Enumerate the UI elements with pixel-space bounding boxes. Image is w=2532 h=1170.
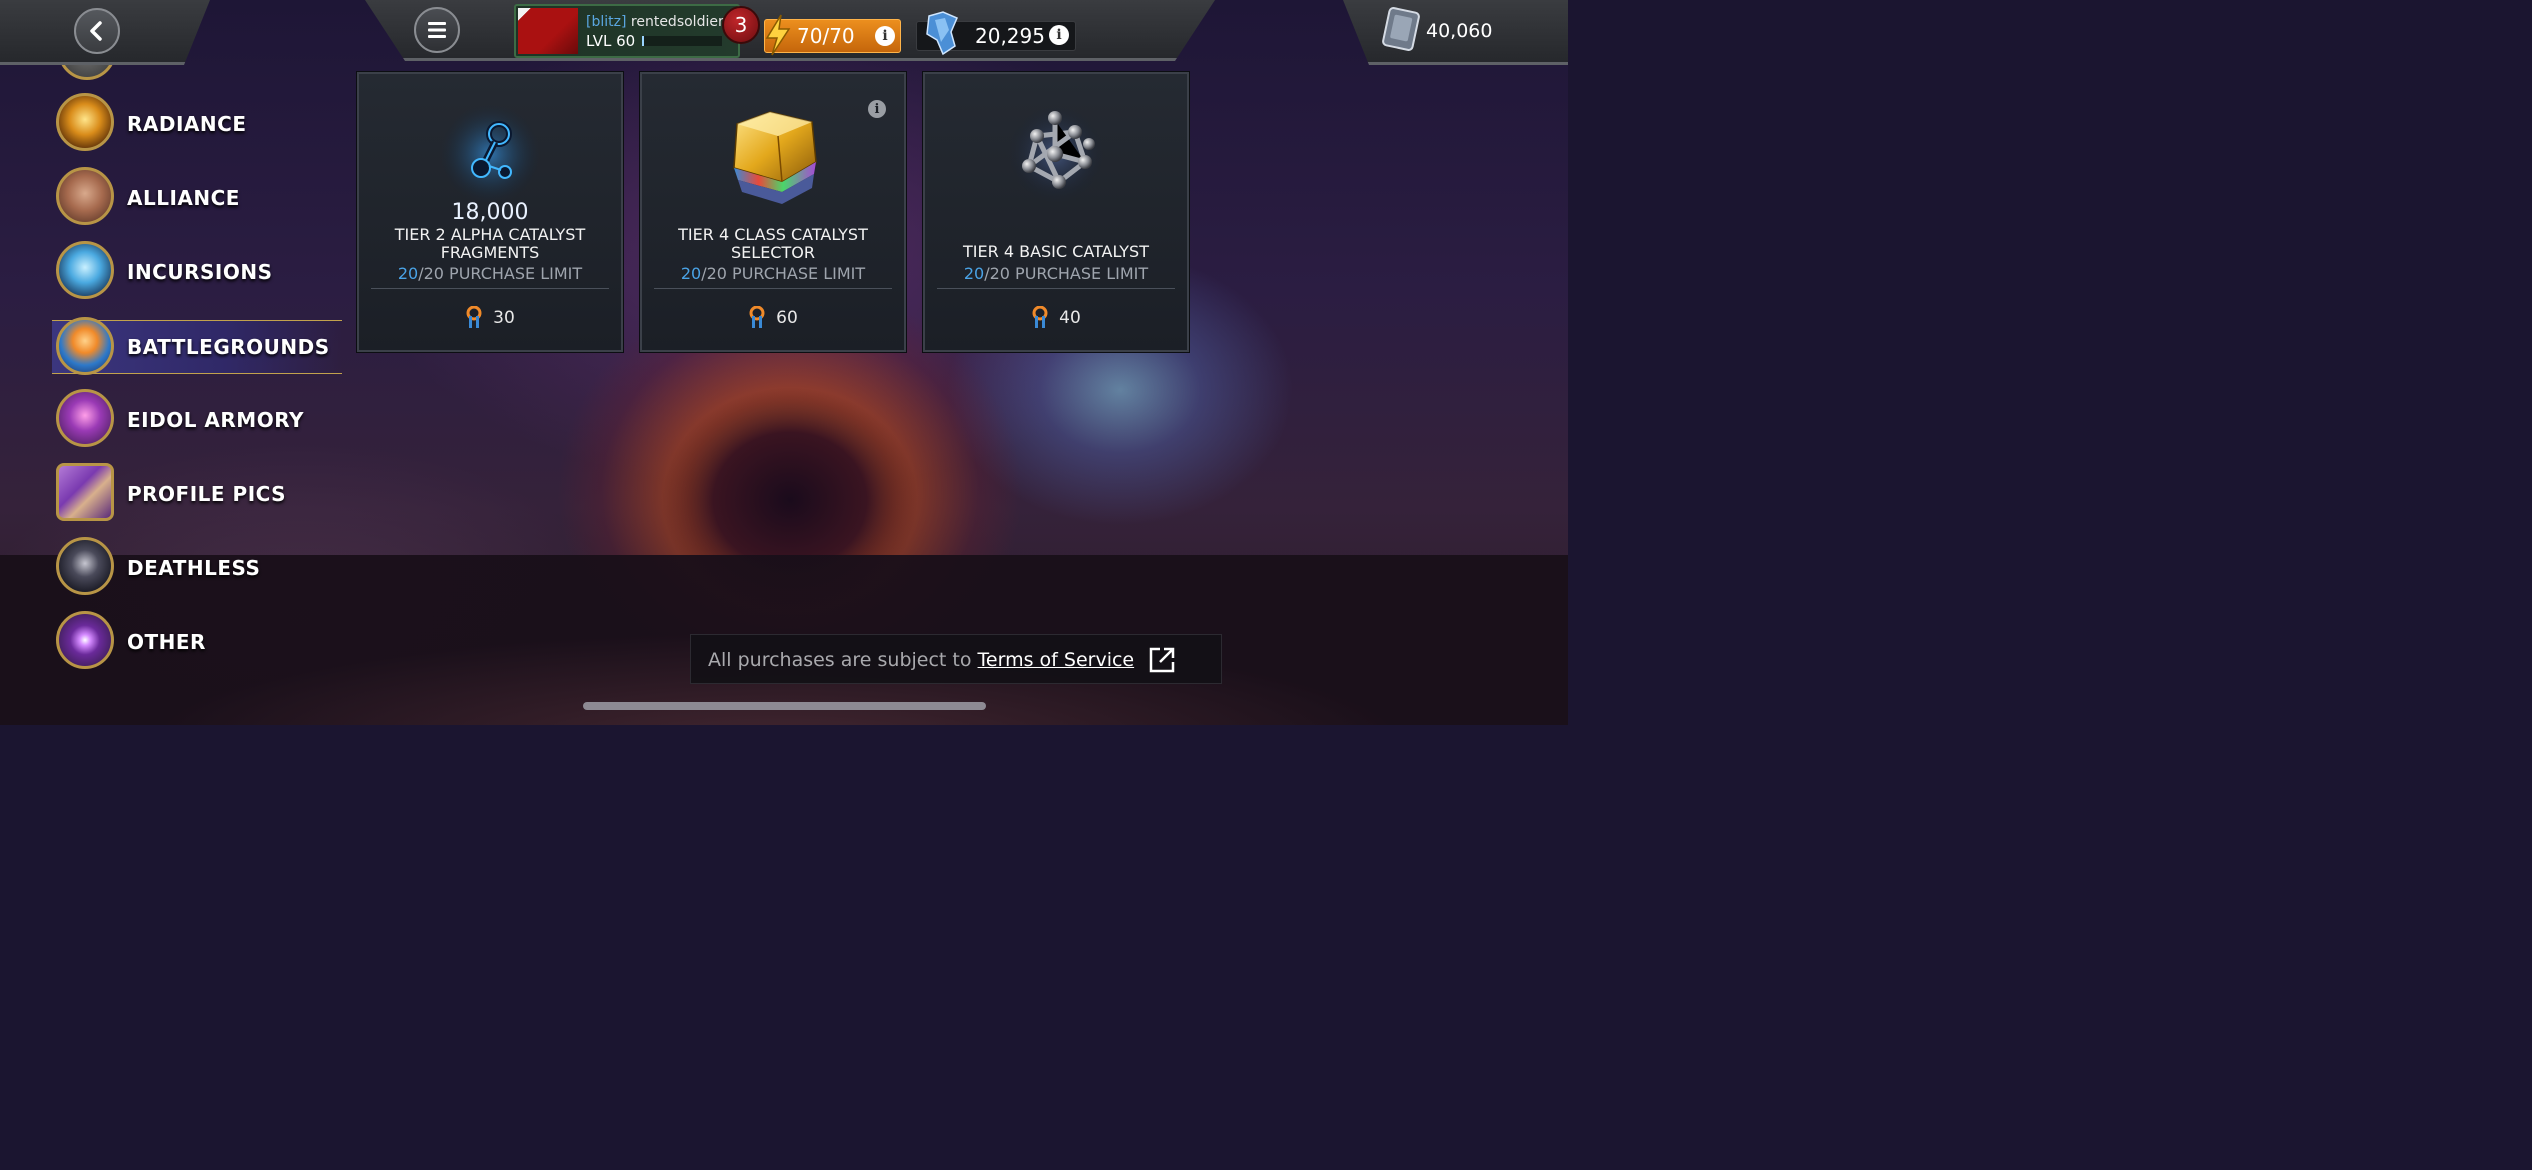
purchase-limit-current: 20 xyxy=(680,264,702,283)
sidebar-item-battlegrounds[interactable]: BATTLEGROUNDS xyxy=(52,317,342,375)
info-icon[interactable]: i xyxy=(875,26,895,46)
sidebar-item-incursions[interactable]: INCURSIONS xyxy=(52,241,342,303)
item-price[interactable]: 30 xyxy=(359,306,621,330)
crystal-shard-icon xyxy=(926,11,958,56)
deathless-icon xyxy=(56,537,114,595)
units-currency[interactable]: 40,060 xyxy=(1380,6,1492,54)
sidebar-item-label: EIDOL ARMORY xyxy=(127,408,304,432)
item-quantity: 18,000 xyxy=(451,200,529,225)
store-card-alpha-catalyst-fragments[interactable]: 18,000 TIER 2 ALPHA CATALYST FRAGMENTS 2… xyxy=(357,72,623,352)
external-link-icon[interactable] xyxy=(1147,645,1177,675)
purchase-limit-text: /20 PURCHASE LIMIT xyxy=(701,264,866,283)
sidebar-item-label: INCURSIONS xyxy=(127,260,273,284)
divider xyxy=(654,288,892,289)
notification-badge[interactable]: 3 xyxy=(722,6,760,44)
purchase-limit: 20/20 PURCHASE LIMIT xyxy=(642,264,904,283)
profile-pics-icon xyxy=(56,463,114,521)
eidol-armory-icon xyxy=(56,389,114,447)
crystal-value: 20,295 xyxy=(975,24,1045,48)
energy-value: 70/70 xyxy=(797,24,855,48)
divider xyxy=(937,288,1175,289)
energy-meter[interactable]: 70/70 i xyxy=(764,14,901,56)
price-value: 60 xyxy=(776,308,798,328)
menu-button[interactable] xyxy=(414,7,460,53)
other-icon xyxy=(56,611,114,669)
units-icon xyxy=(1382,7,1420,51)
terms-notice-text: All purchases are subject to xyxy=(708,649,978,671)
profile-name: [blitz] rentedsoldier2 xyxy=(586,14,726,30)
alliance-tag: [blitz] xyxy=(586,14,627,30)
purchase-limit: 20/20 PURCHASE LIMIT xyxy=(359,264,621,283)
terms-of-service-banner: All purchases are subject to Terms of Se… xyxy=(690,634,1222,684)
battlegrounds-icon xyxy=(56,317,114,375)
item-price[interactable]: 60 xyxy=(642,306,904,330)
sidebar-item-label: DEATHLESS xyxy=(127,556,261,580)
purchase-limit-current: 20 xyxy=(963,264,985,283)
top-bar: [blitz] rentedsoldier2 LVL 60 3 70/70 i … xyxy=(0,0,1568,66)
home-indicator[interactable] xyxy=(583,702,986,710)
item-title: TIER 4 CLASS CATALYST SELECTOR xyxy=(678,225,868,262)
divider xyxy=(371,288,609,289)
sidebar-item-eidol-armory[interactable]: EIDOL ARMORY xyxy=(52,389,342,451)
sidebar-item-label: BATTLEGROUNDS xyxy=(127,335,330,359)
profile-panel[interactable]: [blitz] rentedsoldier2 LVL 60 xyxy=(514,4,740,58)
purchase-limit-current: 20 xyxy=(397,264,419,283)
sidebar-item-label: RADIANCE xyxy=(127,112,247,136)
sidebar-item-alliance[interactable]: ALLIANCE xyxy=(52,167,342,229)
sidebar-item-label: ALLIANCE xyxy=(127,186,240,210)
terms-notice: All purchases are subject to Terms of Se… xyxy=(708,649,1134,671)
basic-catalyst-icon xyxy=(925,92,1187,212)
sidebar-item-label: OTHER xyxy=(127,630,206,654)
sidebar-item-deathless[interactable]: DEATHLESS xyxy=(52,537,342,599)
item-price[interactable]: 40 xyxy=(925,306,1187,330)
terms-of-service-link[interactable]: Terms of Service xyxy=(978,649,1135,671)
battlegrounds-token-icon xyxy=(466,306,482,328)
incursions-crystal-icon xyxy=(56,241,114,299)
purchase-limit-text: /20 PURCHASE LIMIT xyxy=(418,264,583,283)
player-name: rentedsoldier2 xyxy=(630,14,726,30)
item-title: TIER 2 ALPHA CATALYST FRAGMENTS xyxy=(394,225,586,262)
xp-bar-fill xyxy=(642,36,644,46)
battlegrounds-token-icon xyxy=(1032,306,1048,328)
crystal-currency[interactable]: 20,295 i xyxy=(916,11,1076,56)
sidebar-item-other[interactable]: OTHER xyxy=(52,611,342,673)
units-value: 40,060 xyxy=(1426,20,1493,42)
avatar xyxy=(518,8,578,54)
store-card-class-catalyst-selector[interactable]: i TIER 4 CLASS CATALYST SELECTOR 20/20 P… xyxy=(640,72,906,352)
price-value: 40 xyxy=(1059,308,1081,328)
battlegrounds-token-icon xyxy=(749,306,765,328)
store-category-sidebar: RADIANCE ALLIANCE INCURSIONS BATTLEGROUN… xyxy=(0,0,350,725)
info-icon[interactable]: i xyxy=(1049,25,1069,45)
lightning-icon xyxy=(765,14,791,56)
back-button[interactable] xyxy=(74,8,120,54)
alliance-shield-icon xyxy=(56,167,114,225)
menu-icon xyxy=(428,22,446,38)
xp-bar xyxy=(642,36,722,46)
player-level: LVL 60 xyxy=(586,32,636,50)
class-catalyst-selector-icon xyxy=(642,92,904,212)
store-card-basic-catalyst[interactable]: TIER 4 BASIC CATALYST 20/20 PURCHASE LIM… xyxy=(923,72,1189,352)
purchase-limit-text: /20 PURCHASE LIMIT xyxy=(984,264,1149,283)
back-arrow-icon xyxy=(90,21,102,41)
sidebar-item-label: PROFILE PICS xyxy=(127,482,287,506)
alpha-catalyst-fragment-icon xyxy=(359,92,621,212)
sidebar-item-radiance[interactable]: RADIANCE xyxy=(52,93,342,155)
sidebar-item-profile-pics[interactable]: PROFILE PICS xyxy=(52,463,342,525)
price-value: 30 xyxy=(493,308,515,328)
item-title: TIER 4 BASIC CATALYST xyxy=(963,242,1149,261)
radiance-icon xyxy=(56,93,114,151)
purchase-limit: 20/20 PURCHASE LIMIT xyxy=(925,264,1187,283)
